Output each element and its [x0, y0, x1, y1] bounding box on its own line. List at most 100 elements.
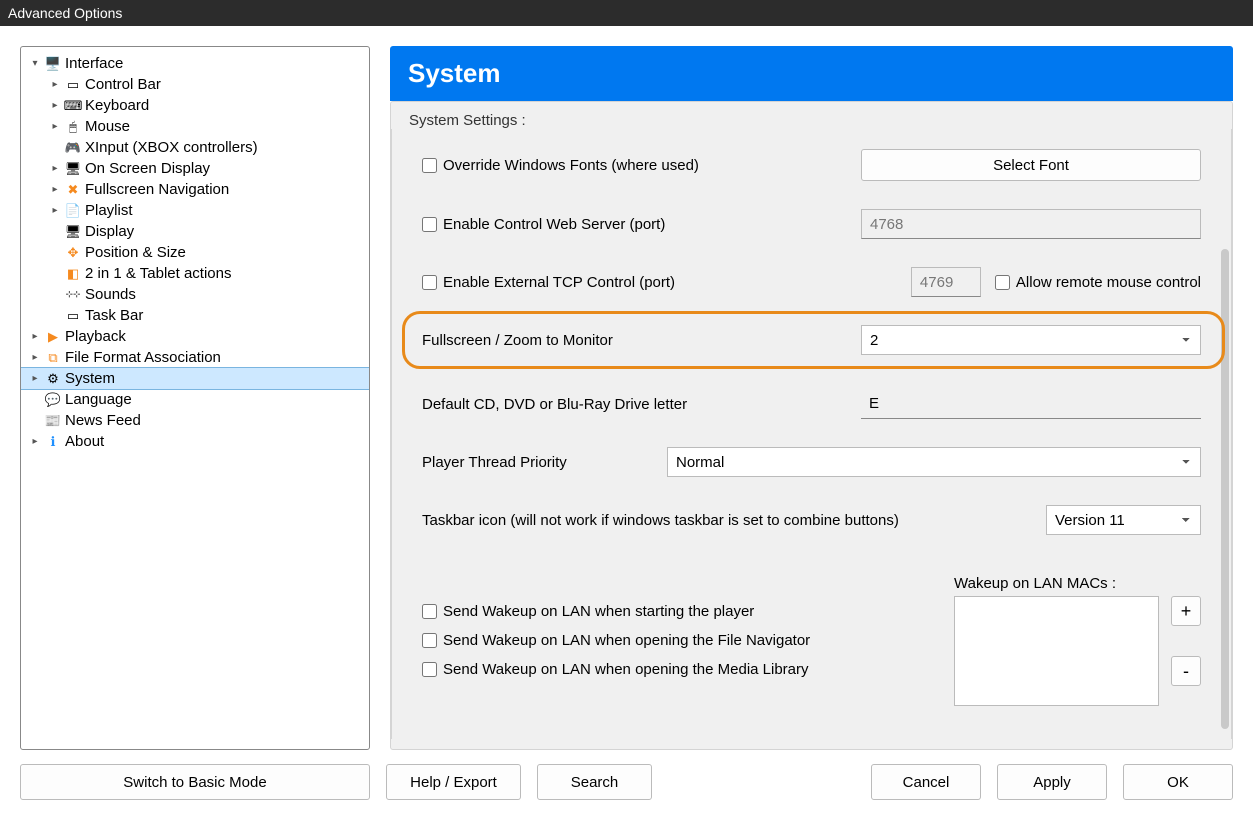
- override-fonts-input[interactable]: [422, 158, 437, 173]
- taskbar-icon: ▭: [65, 308, 81, 324]
- expand-icon[interactable]: ▸: [29, 331, 41, 342]
- mouse-icon: 🖱: [65, 119, 81, 135]
- wol-macs-label: Wakeup on LAN MACs :: [954, 575, 1201, 592]
- tree-item-about[interactable]: ▸ ℹ About: [21, 431, 369, 452]
- expand-icon[interactable]: ▸: [29, 373, 41, 384]
- tree-item-interface[interactable]: ▾ 🖥️ Interface: [21, 53, 369, 74]
- tree-item-playlist[interactable]: ▸ 📄 Playlist: [41, 200, 369, 221]
- collapse-icon[interactable]: ▾: [29, 58, 41, 69]
- info-icon: ℹ: [45, 434, 61, 450]
- web-port-input[interactable]: [861, 209, 1201, 239]
- section-title: System: [408, 58, 501, 88]
- tree-item-fullscreen-nav[interactable]: ▸ ✖ Fullscreen Navigation: [41, 179, 369, 200]
- tree-label: On Screen Display: [85, 160, 210, 177]
- bottom-button-bar: Switch to Basic Mode Help / Export Searc…: [0, 750, 1253, 818]
- wol-filenav-input[interactable]: [422, 633, 437, 648]
- scrollbar[interactable]: [1221, 249, 1229, 729]
- tree-item-language[interactable]: ▸ 💬 Language: [21, 389, 369, 410]
- monitor-icon: 🖥: [65, 161, 81, 177]
- expand-icon[interactable]: ▸: [49, 79, 61, 90]
- enable-tcp-input[interactable]: [422, 275, 437, 290]
- allow-remote-mouse-label: Allow remote mouse control: [1016, 274, 1201, 291]
- tree-label: Mouse: [85, 118, 130, 135]
- tree-label: Display: [85, 223, 134, 240]
- tree-label-interface: Interface: [65, 55, 123, 72]
- wol-filenav-checkbox[interactable]: Send Wakeup on LAN when opening the File…: [422, 632, 810, 649]
- tree-item-playback[interactable]: ▸ ▶ Playback: [21, 326, 369, 347]
- tree-item-display[interactable]: ▸ 🖥 Display: [41, 221, 369, 242]
- tree-item-control-bar[interactable]: ▸ ▭ Control Bar: [41, 74, 369, 95]
- tree-item-news-feed[interactable]: ▸ 📰 News Feed: [21, 410, 369, 431]
- tree-label: XInput (XBOX controllers): [85, 139, 258, 156]
- tree-label: Position & Size: [85, 244, 186, 261]
- enable-web-server-input[interactable]: [422, 217, 437, 232]
- enable-tcp-checkbox[interactable]: Enable External TCP Control (port): [422, 274, 911, 291]
- sidebar-tree[interactable]: ▾ 🖥️ Interface ▸ ▭ Control Bar ▸ ⌨: [20, 46, 370, 750]
- wol-medialib-checkbox[interactable]: Send Wakeup on LAN when opening the Medi…: [422, 661, 809, 678]
- tree-item-system[interactable]: ▸ ⚙ System: [21, 368, 369, 389]
- tcp-port-input[interactable]: [911, 267, 981, 297]
- wol-start-checkbox[interactable]: Send Wakeup on LAN when starting the pla…: [422, 603, 754, 620]
- thread-priority-select[interactable]: Normal: [667, 447, 1201, 477]
- move-icon: ✥: [65, 245, 81, 261]
- expand-icon[interactable]: ▸: [49, 184, 61, 195]
- section-header: System: [390, 46, 1233, 101]
- wol-macs-textarea[interactable]: [954, 596, 1159, 706]
- enable-web-server-checkbox[interactable]: Enable Control Web Server (port): [422, 216, 861, 233]
- tree-item-sounds[interactable]: ▸ ⊹⊹ Sounds: [41, 284, 369, 305]
- fullscreen-monitor-label: Fullscreen / Zoom to Monitor: [422, 332, 861, 349]
- cancel-button[interactable]: Cancel: [871, 764, 981, 800]
- fullscreen-monitor-select[interactable]: 2: [861, 325, 1201, 355]
- tree-label: News Feed: [65, 412, 141, 429]
- expand-icon[interactable]: ▸: [49, 121, 61, 132]
- tree-label: About: [65, 433, 104, 450]
- switch-basic-button[interactable]: Switch to Basic Mode: [20, 764, 370, 800]
- speech-icon: 💬: [45, 392, 61, 408]
- main-panel: System System Settings : Override Window…: [390, 46, 1233, 750]
- wol-medialib-input[interactable]: [422, 662, 437, 677]
- override-fonts-label: Override Windows Fonts (where used): [443, 157, 699, 174]
- apply-button[interactable]: Apply: [997, 764, 1107, 800]
- ok-button[interactable]: OK: [1123, 764, 1233, 800]
- allow-remote-mouse-checkbox[interactable]: Allow remote mouse control: [995, 274, 1201, 291]
- tree-label: Task Bar: [85, 307, 143, 324]
- tree-item-xinput[interactable]: ▸ 🎮 XInput (XBOX controllers): [41, 137, 369, 158]
- tablet-icon: ◧: [65, 266, 81, 282]
- tree-item-taskbar[interactable]: ▸ ▭ Task Bar: [41, 305, 369, 326]
- tree-item-mouse[interactable]: ▸ 🖱 Mouse: [41, 116, 369, 137]
- override-fonts-checkbox[interactable]: Override Windows Fonts (where used): [422, 157, 861, 174]
- help-export-button[interactable]: Help / Export: [386, 764, 521, 800]
- tree-item-2in1[interactable]: ▸ ◧ 2 in 1 & Tablet actions: [41, 263, 369, 284]
- control-bar-icon: ▭: [65, 77, 81, 93]
- select-font-button[interactable]: Select Font: [861, 149, 1201, 181]
- expand-icon[interactable]: ▸: [49, 163, 61, 174]
- drive-letter-label: Default CD, DVD or Blu-Ray Drive letter: [422, 396, 861, 413]
- wol-start-label: Send Wakeup on LAN when starting the pla…: [443, 603, 754, 620]
- tree-label: Language: [65, 391, 132, 408]
- expand-icon[interactable]: ▸: [29, 436, 41, 447]
- wol-remove-button[interactable]: -: [1171, 656, 1201, 686]
- tools-icon: ✖: [65, 182, 81, 198]
- fieldset-label: System Settings :: [391, 102, 1232, 129]
- tree-label: File Format Association: [65, 349, 221, 366]
- wol-filenav-label: Send Wakeup on LAN when opening the File…: [443, 632, 810, 649]
- tree-item-osd[interactable]: ▸ 🖥 On Screen Display: [41, 158, 369, 179]
- gear-icon: ⚙: [45, 371, 61, 387]
- drive-letter-input[interactable]: [861, 389, 1201, 419]
- play-icon: ▶: [45, 329, 61, 345]
- expand-icon[interactable]: ▸: [49, 100, 61, 111]
- expand-icon[interactable]: ▸: [29, 352, 41, 363]
- taskbar-icon-select[interactable]: Version 11: [1046, 505, 1201, 535]
- tree-label: Playback: [65, 328, 126, 345]
- thread-priority-label: Player Thread Priority: [422, 454, 667, 471]
- expand-icon[interactable]: ▸: [49, 205, 61, 216]
- wol-add-button[interactable]: +: [1171, 596, 1201, 626]
- tree-item-file-format[interactable]: ▸ ⧉ File Format Association: [21, 347, 369, 368]
- tree-item-keyboard[interactable]: ▸ ⌨ Keyboard: [41, 95, 369, 116]
- allow-remote-mouse-input[interactable]: [995, 275, 1010, 290]
- advanced-options-window: Advanced Options ▾ 🖥️ Interface ▸ ▭ Cont…: [0, 0, 1253, 818]
- search-button[interactable]: Search: [537, 764, 652, 800]
- wol-start-input[interactable]: [422, 604, 437, 619]
- keyboard-icon: ⌨: [65, 98, 81, 114]
- tree-item-position-size[interactable]: ▸ ✥ Position & Size: [41, 242, 369, 263]
